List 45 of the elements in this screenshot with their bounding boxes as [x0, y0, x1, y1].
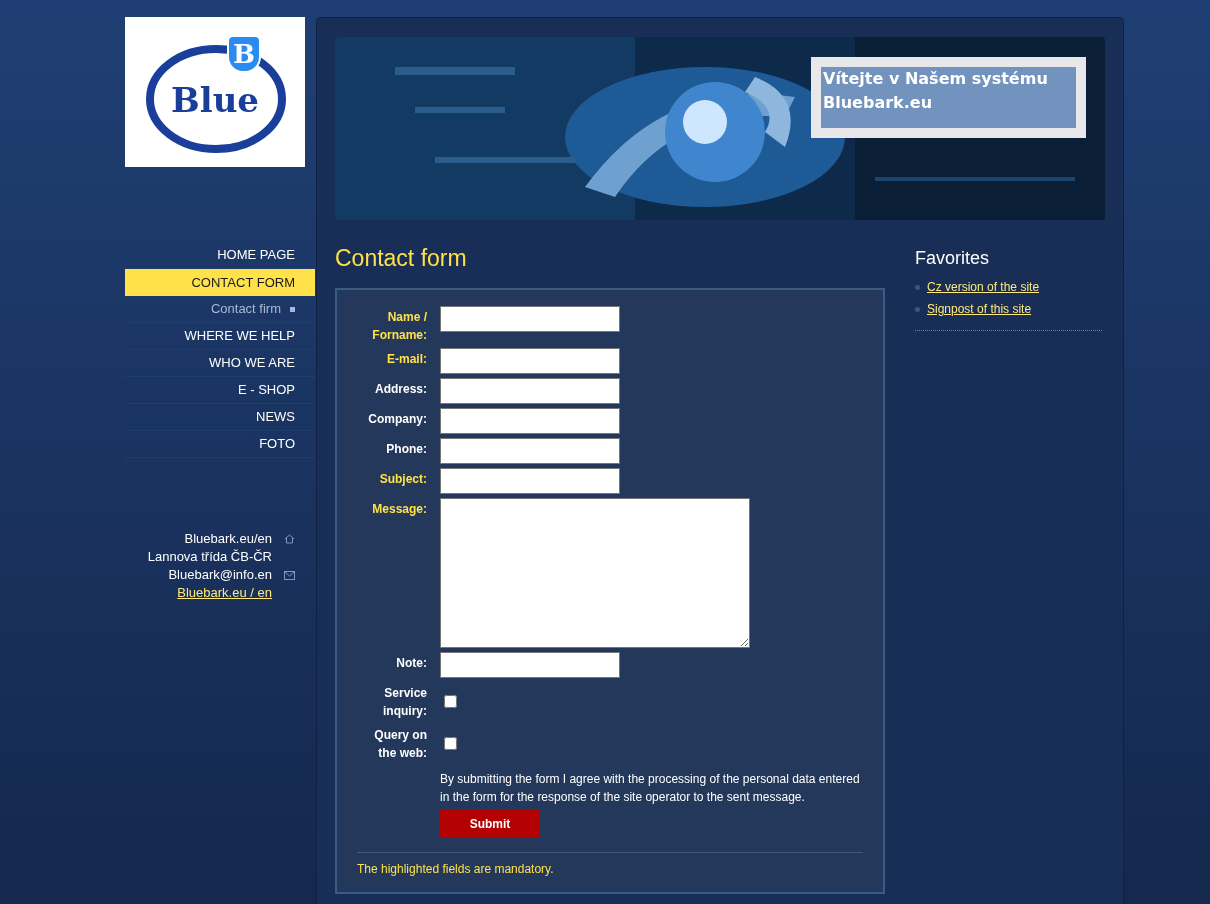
submit-button[interactable]: Submit — [440, 810, 540, 838]
checkbox[interactable] — [444, 694, 457, 708]
text-field[interactable] — [440, 378, 620, 404]
consent-text: By submitting the form I agree with the processing of the personal data entered in the form for the response of the site operator to the sent message. — [440, 771, 861, 806]
field-label: E-mail: — [386, 351, 427, 368]
nav-item[interactable]: E - SHOP — [125, 377, 315, 404]
nav-subitem[interactable]: Contact firm — [125, 296, 315, 323]
favorites-heading: Favorites — [915, 247, 991, 270]
address-line: Bluebark.eu/en — [184, 530, 272, 548]
text-field[interactable] — [440, 408, 620, 434]
field-label: Service inquiry: — [382, 685, 427, 720]
field-label: Phone: — [385, 441, 427, 458]
text-field[interactable] — [440, 652, 620, 678]
field-label: Note: — [395, 655, 427, 672]
favorite-link[interactable]: Cz version of the site — [927, 278, 1040, 296]
mandatory-note: The highlighted fields are mandatory. — [357, 862, 554, 876]
field-label: Subject: — [378, 471, 427, 488]
field-label: Name / Forname: — [371, 309, 427, 344]
website-link[interactable]: Bluebark.eu / en — [177, 584, 272, 602]
nav-item[interactable]: FOTO — [125, 431, 315, 458]
text-field[interactable] — [440, 438, 620, 464]
checkbox[interactable] — [444, 736, 457, 750]
nav-item[interactable]: NEWS — [125, 404, 315, 431]
message-field[interactable] — [440, 498, 750, 648]
bullet-icon — [915, 306, 920, 312]
text-field[interactable] — [440, 348, 620, 374]
banner-title: Vítejte v Našem systému Bluebark.eu — [821, 67, 1076, 128]
logo-badge: B — [227, 35, 261, 73]
favorite-link[interactable]: Signpost of this site — [927, 300, 1032, 318]
home-icon — [284, 534, 295, 544]
field-label: Company: — [367, 411, 427, 428]
nav-item[interactable]: CONTACT FORM — [125, 269, 315, 296]
field-label: Query on the web: — [373, 727, 427, 762]
address-line: Lannova třída ČB-ČR — [147, 548, 272, 566]
field-label: Address: — [374, 381, 427, 398]
address-line: Bluebark@info.en — [168, 566, 272, 584]
nav-item[interactable]: WHO WE ARE — [125, 350, 315, 377]
mail-icon — [284, 570, 295, 580]
logo-ring-icon — [145, 44, 287, 154]
nav-item[interactable]: WHERE WE HELP — [125, 323, 315, 350]
field-label: Message: — [371, 501, 427, 518]
text-field[interactable] — [440, 468, 620, 494]
bullet-icon — [915, 284, 920, 290]
page-heading: Contact form — [335, 244, 468, 272]
text-field[interactable] — [440, 306, 620, 332]
